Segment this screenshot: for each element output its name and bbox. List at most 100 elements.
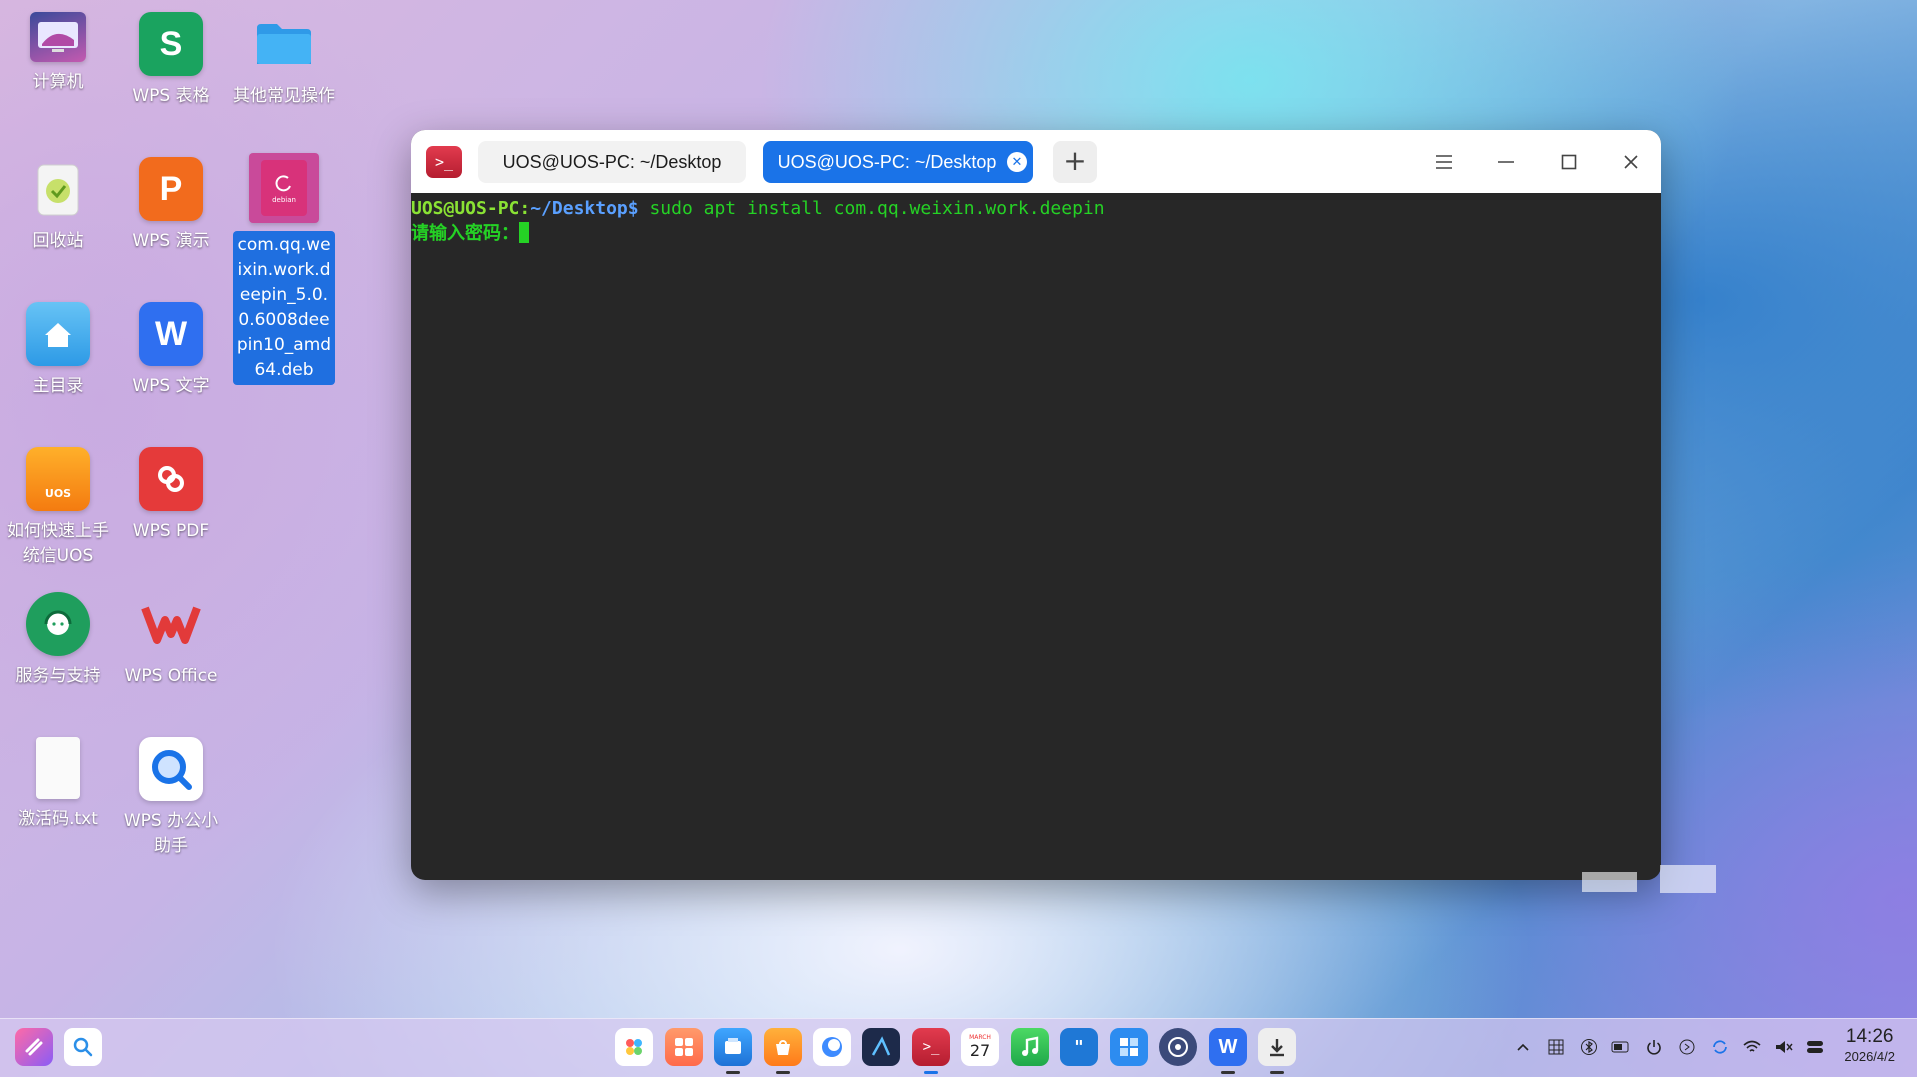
wifi-icon[interactable] <box>1741 1036 1763 1058</box>
volume-muted-icon[interactable] <box>1773 1036 1795 1058</box>
desktop-icon-label: WPS Office <box>124 666 218 686</box>
home-folder-icon <box>26 302 90 366</box>
chevron-up-icon[interactable] <box>1512 1036 1534 1058</box>
running-indicator <box>924 1071 938 1074</box>
tab-desktop-2-active[interactable]: UOS@UOS-PC: ~/Desktop ✕ <box>763 141 1033 183</box>
uos-badge: UOS <box>44 486 72 500</box>
power-icon[interactable] <box>1643 1036 1665 1058</box>
clock-time: 14:26 <box>1845 1026 1894 1047</box>
support-icon <box>26 592 90 656</box>
clock-date: 2026/4/2 <box>1844 1049 1895 1064</box>
terminal-titlebar[interactable]: >_ UOS@UOS-PC: ~/Desktop UOS@UOS-PC: ~/D… <box>411 130 1661 193</box>
desktop-icon-label: 服务与支持 <box>15 666 101 686</box>
desktop-icon-trash[interactable]: 回收站 <box>2 157 114 254</box>
file-manager-icon[interactable] <box>714 1028 752 1074</box>
trash-icon <box>26 157 90 221</box>
desktop-icon-label: WPS 办公小助手 <box>123 811 219 856</box>
running-indicator <box>1221 1071 1235 1074</box>
terminal-cursor <box>519 222 529 243</box>
new-tab-button[interactable]: + <box>1053 141 1097 183</box>
close-tab-icon[interactable]: ✕ <box>1007 152 1027 172</box>
desktop-icon-wps-pdf[interactable]: WPS PDF <box>115 447 227 544</box>
settings-icon[interactable] <box>1159 1028 1197 1066</box>
close-icon[interactable] <box>1613 144 1649 180</box>
desktop-icon-wps-writer[interactable]: W WPS 文字 <box>115 302 227 399</box>
prompt-user-host: UOS@UOS-PC <box>411 198 520 219</box>
desktop-icon-label: 如何快速上手统信UOS <box>7 521 109 566</box>
desktop-icon-deb-package[interactable]: debian com.qq.weixin.work.deepin_5.0.0.6… <box>228 153 340 385</box>
desktop-icon-label: com.qq.weixin.work.deepin_5.0.0.6008deep… <box>233 231 335 385</box>
maximize-icon[interactable] <box>1551 144 1587 180</box>
deb-package-icon: debian <box>249 153 319 223</box>
music-icon[interactable] <box>1011 1028 1049 1066</box>
command-line: UOS@UOS-PC:~/Desktop$ sudo apt install c… <box>411 196 1661 221</box>
text-file-icon <box>36 737 80 799</box>
desktop-icon-label: 计算机 <box>32 72 84 92</box>
wps-office-icon <box>139 592 203 656</box>
desktop-icon-label: WPS 文字 <box>132 376 210 396</box>
downloads-icon[interactable] <box>1258 1028 1296 1074</box>
desktop-icon-label: 主目录 <box>32 376 84 396</box>
desktop-icon-wps-assistant[interactable]: WPS 办公小助手 <box>115 737 227 859</box>
app-store-icon[interactable] <box>764 1028 802 1074</box>
sync-icon[interactable] <box>1709 1036 1731 1058</box>
folder-icon <box>252 12 316 76</box>
bluetooth-icon[interactable] <box>1578 1036 1600 1058</box>
wps-writer-taskbar-icon[interactable]: W <box>1209 1028 1247 1074</box>
password-prompt: 请输入密码： <box>411 223 519 244</box>
desktop-icon-folder-other[interactable]: 其他常见操作 <box>228 12 340 109</box>
tab-label: UOS@UOS-PC: ~/Desktop <box>777 151 997 172</box>
password-line: 请输入密码： <box>411 221 1661 246</box>
running-indicator <box>726 1071 740 1074</box>
search-icon[interactable] <box>64 1028 102 1066</box>
prompt-separator: : <box>519 198 531 219</box>
browser-icon[interactable] <box>813 1028 851 1066</box>
running-indicator <box>1270 1071 1284 1074</box>
workspace-preview <box>1582 872 1637 892</box>
desktop-icon-wps-spreadsheet[interactable]: S WPS 表格 <box>115 12 227 109</box>
tab-desktop-1[interactable]: UOS@UOS-PC: ~/Desktop <box>478 141 746 183</box>
desktop-icon-uos-guide[interactable]: UOS 如何快速上手统信UOS <box>2 447 114 569</box>
terminal-window[interactable]: >_ UOS@UOS-PC: ~/Desktop UOS@UOS-PC: ~/D… <box>411 130 1661 880</box>
desktop-icon-computer[interactable]: 计算机 <box>2 12 114 95</box>
calendar-icon[interactable]: MARCH 27 <box>961 1028 999 1066</box>
desktop-icon-label: 回收站 <box>32 231 84 251</box>
desktop-icon-home[interactable]: 主目录 <box>2 302 114 399</box>
desktop-icon-label: WPS 表格 <box>132 86 210 106</box>
calculator-icon[interactable] <box>1110 1028 1148 1066</box>
multitask-view-icon[interactable] <box>615 1028 653 1066</box>
desktop-icon-support[interactable]: 服务与支持 <box>2 592 114 689</box>
desktop-icon-wps-office[interactable]: WPS Office <box>115 592 227 689</box>
desktop-icon-label: WPS PDF <box>132 521 210 541</box>
calendar-day: 27 <box>969 1041 991 1060</box>
computer-icon <box>30 12 86 62</box>
tab-label: UOS@UOS-PC: ~/Desktop <box>502 151 722 172</box>
command-text: sudo apt install com.qq.weixin.work.deep… <box>638 198 1105 219</box>
taskbar: >_ MARCH 27 " W 14:26 2026/4/2 <box>0 1018 1917 1077</box>
app-grid-icon[interactable] <box>665 1028 703 1066</box>
wps-presentation-icon: P <box>139 157 203 221</box>
debian-badge: debian <box>272 196 296 204</box>
taskbar-clock[interactable]: 14:26 2026/4/2 <box>1844 1026 1895 1066</box>
terminal-output[interactable]: UOS@UOS-PC:~/Desktop$ sudo apt install c… <box>411 193 1661 246</box>
control-center-icon[interactable] <box>1804 1036 1826 1058</box>
keyboard-layout-icon[interactable] <box>1545 1036 1567 1058</box>
wps-pdf-icon <box>139 447 203 511</box>
terminal-app-icon[interactable]: >_ <box>912 1028 950 1074</box>
running-indicator <box>776 1071 790 1074</box>
menu-icon[interactable] <box>1426 144 1462 180</box>
terminal-app-icon: >_ <box>426 146 462 178</box>
desktop-icon-wps-presentation[interactable]: P WPS 演示 <box>115 157 227 254</box>
workspace-preview <box>1660 865 1716 893</box>
wps-writer-icon: W <box>139 302 203 366</box>
uos-guide-icon: UOS <box>26 447 90 511</box>
wps-spreadsheet-icon: S <box>139 12 203 76</box>
desktop-icon-text-file[interactable]: 激活码.txt <box>2 737 114 832</box>
battery-icon[interactable] <box>1610 1036 1632 1058</box>
minimize-icon[interactable] <box>1488 144 1524 180</box>
drawing-app-icon[interactable] <box>862 1028 900 1066</box>
prompt-symbol: $ <box>627 198 639 219</box>
dictionary-icon[interactable]: " <box>1060 1028 1098 1066</box>
media-play-icon[interactable] <box>1676 1036 1698 1058</box>
launcher-icon[interactable] <box>15 1028 53 1066</box>
